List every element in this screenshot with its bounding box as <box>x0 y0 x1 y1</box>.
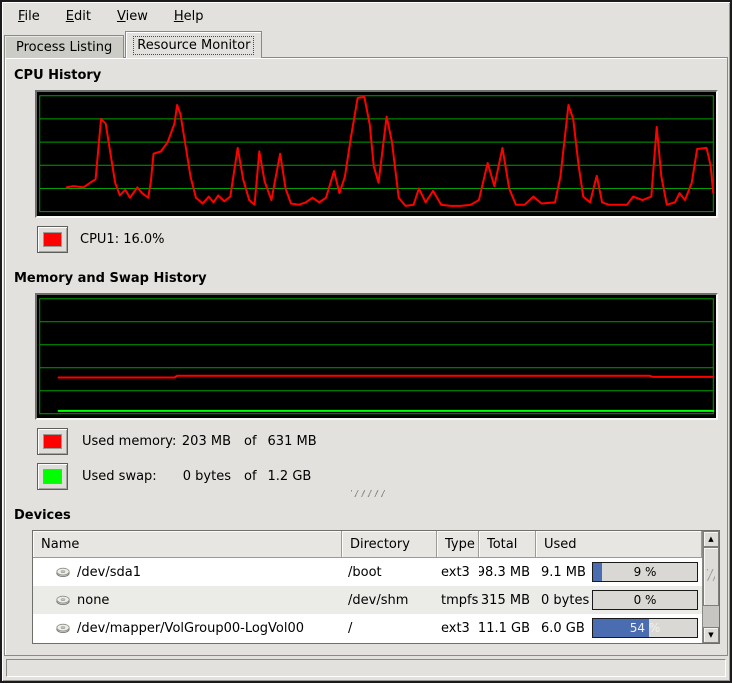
column-header-name[interactable]: Name <box>33 531 342 558</box>
menu-file[interactable]: File <box>8 5 50 28</box>
device-type: ext3 <box>437 614 479 642</box>
cpu-legend-label: CPU1: 16.0% <box>80 232 165 247</box>
usage-progress-bar: 9 % <box>592 562 698 582</box>
usage-percent-label: 9 % <box>593 563 697 581</box>
device-row-dev-sda1[interactable]: /dev/sda1/bootext398.3 MB9.1 MB9 % <box>33 558 702 586</box>
column-header-directory[interactable]: Directory <box>342 531 437 558</box>
memory-legend-label: Used memory: <box>82 434 179 449</box>
pane-resize-handle[interactable] <box>351 490 387 497</box>
device-row-dev-mapper-volgroup00-logvol00[interactable]: /dev/mapper/VolGroup00-LogVol00 /ext311.1… <box>33 614 702 642</box>
devices-title: Devices <box>14 508 71 523</box>
cpu-history-title: CPU History <box>14 68 101 83</box>
device-total: 98.3 MB <box>479 558 536 586</box>
memory-total-value: 631 MB <box>268 434 317 449</box>
tab-label: Process Listing <box>12 38 116 57</box>
memory-color-swatch <box>43 434 62 449</box>
device-used-cell: 6.0 GB54 % <box>536 614 702 642</box>
cpu-history-graph <box>35 90 718 218</box>
column-header-label: Name <box>41 537 79 552</box>
swap-legend-row: Used swap: 0 bytes of 1.2 GB <box>37 463 311 490</box>
menu-help[interactable]: Help <box>164 5 214 28</box>
column-header-total[interactable]: Total <box>479 531 536 558</box>
device-total: 315 MB <box>479 586 536 614</box>
resource-monitor-panel: CPU History CPU1: 16.0% Memory and Swap … <box>4 57 728 656</box>
cpu-color-swatch <box>43 232 62 247</box>
memory-of-word: of <box>244 434 257 449</box>
memory-swap-graph <box>35 293 718 420</box>
memory-used-value: 203 MB <box>179 434 231 449</box>
disk-icon <box>55 620 71 636</box>
devices-table-header: Name Directory Type Total Used <box>33 531 702 558</box>
memory-swap-title: Memory and Swap History <box>14 271 207 286</box>
swap-total-value: 1.2 GB <box>268 469 312 484</box>
scrollbar-thumb[interactable] <box>703 547 719 606</box>
device-used-value: 6.0 GB <box>536 621 590 636</box>
devices-table-viewport: Name Directory Type Total Used /dev/sda1/boo… <box>33 531 702 643</box>
menubar: File Edit View Help <box>4 3 728 30</box>
column-header-label: Total <box>487 537 517 552</box>
device-name: none <box>77 593 109 608</box>
tab-resource-monitor[interactable]: Resource Monitor <box>125 31 262 58</box>
swap-of-word: of <box>244 469 257 484</box>
swap-legend-label: Used swap: <box>82 469 179 484</box>
device-name-cell: /dev/mapper/VolGroup00-LogVol00 <box>33 614 342 642</box>
usage-percent-label: 0 % <box>593 591 697 609</box>
device-name-cell: none <box>33 586 342 614</box>
devices-table: Name Directory Type Total Used /dev/sda1/boo… <box>32 530 720 644</box>
column-header-label: Used <box>544 537 577 552</box>
device-row-none[interactable]: none/dev/shmtmpfs315 MB0 bytes0 % <box>33 586 702 614</box>
device-total: 11.1 GB <box>479 614 536 642</box>
device-used-cell: 0 bytes0 % <box>536 586 702 614</box>
usage-percent-label: 54 % <box>593 619 697 637</box>
cpu-history-plot <box>37 92 716 216</box>
devices-table-body: /dev/sda1/bootext398.3 MB9.1 MB9 %none/d… <box>33 558 702 642</box>
column-header-label: Type <box>445 537 475 552</box>
disk-icon <box>55 592 71 608</box>
device-name: /dev/sda1 <box>77 565 141 580</box>
window-content: File Edit View Help Process Listing Resource… <box>2 2 730 681</box>
device-used-value: 0 bytes <box>536 593 590 608</box>
device-used-cell: 9.1 MB9 % <box>536 558 702 586</box>
device-directory: /boot <box>342 558 437 586</box>
tabbar: Process Listing Resource Monitor <box>4 31 728 58</box>
swap-used-value: 0 bytes <box>179 469 231 484</box>
device-used-value: 9.1 MB <box>536 565 590 580</box>
usage-progress-bar: 0 % <box>592 590 698 610</box>
device-type: tmpfs <box>437 586 479 614</box>
column-header-used[interactable]: Used <box>536 531 702 558</box>
up-arrow-icon: ▲ <box>708 535 713 543</box>
column-header-label: Directory <box>350 537 410 552</box>
tab-label: Resource Monitor <box>133 36 254 55</box>
scroll-up-button[interactable]: ▲ <box>703 531 719 547</box>
swap-color-swatch-button[interactable] <box>37 463 68 490</box>
menu-edit[interactable]: Edit <box>56 5 101 28</box>
swap-color-swatch <box>43 469 62 484</box>
device-name: /dev/mapper/VolGroup00-LogVol00 <box>77 621 304 636</box>
usage-progress-bar: 54 % <box>592 618 698 638</box>
vertical-scrollbar[interactable]: ▲ ▼ <box>702 531 719 643</box>
cpu-legend: CPU1: 16.0% <box>37 226 165 253</box>
memory-swap-plot <box>37 295 716 418</box>
menu-view[interactable]: View <box>107 5 158 28</box>
device-type: ext3 <box>437 558 479 586</box>
scroll-down-button[interactable]: ▼ <box>703 627 719 643</box>
system-monitor-window: File Edit View Help Process Listing Resource… <box>0 0 732 683</box>
memory-legend-row: Used memory: 203 MB of 631 MB <box>37 428 317 455</box>
disk-icon <box>55 564 71 580</box>
memory-color-swatch-button[interactable] <box>37 428 68 455</box>
cpu-color-swatch-button[interactable] <box>37 226 68 253</box>
column-header-type[interactable]: Type <box>437 531 479 558</box>
device-directory: /dev/shm <box>342 586 437 614</box>
device-directory: / <box>342 614 437 642</box>
down-arrow-icon: ▼ <box>708 631 713 639</box>
statusbar <box>6 659 726 677</box>
device-name-cell: /dev/sda1 <box>33 558 342 586</box>
tab-process-listing[interactable]: Process Listing <box>4 35 124 58</box>
